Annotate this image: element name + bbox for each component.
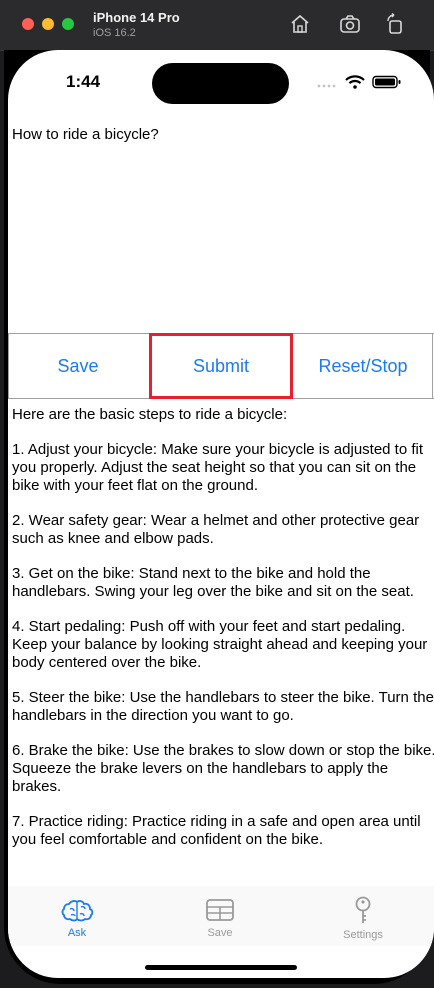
cellular-icon [317,84,336,88]
tab-settings[interactable]: Settings [318,896,408,941]
response-paragraph: 6. Brake the bike: Use the brakes to slo… [12,742,434,795]
reset-stop-button[interactable]: Reset/Stop [292,334,434,398]
tab-ask[interactable]: Ask [32,896,122,939]
key-icon [355,896,371,923]
save-button[interactable]: Save [8,334,148,398]
app-screen: 1:44 How to ride a bicycle? Save Submit … [8,50,434,978]
device-name: iPhone 14 Pro [93,10,180,25]
battery-icon [372,75,401,89]
brain-icon [61,900,94,922]
response-paragraph: 7. Practice riding: Practice riding in a… [12,813,421,848]
close-window-button[interactable] [22,18,34,30]
prompt-text-area[interactable]: How to ride a bicycle? [12,126,430,143]
simulator-toolbar: iPhone 14 Pro iOS 16.2 [0,0,434,51]
response-text: Here are the basic steps to ride a bicyc… [12,406,434,866]
status-icons [316,75,406,89]
tab-label: Ask [67,927,87,939]
os-version: iOS 16.2 [93,27,136,39]
rotate-icon[interactable] [383,12,407,36]
screenshot-icon[interactable] [338,12,362,36]
minimize-window-button[interactable] [42,18,54,30]
dynamic-island [152,63,289,104]
tab-save[interactable]: Save [175,896,265,939]
response-paragraph: 3. Get on the bike: Stand next to the bi… [12,565,414,600]
status-time: 1:44 [66,72,101,91]
response-paragraph: Here are the basic steps to ride a bicyc… [12,406,288,423]
response-paragraph: 2. Wear safety gear: Wear a helmet and o… [12,512,420,547]
response-paragraph: 4. Start pedaling: Push off with your fe… [12,618,428,671]
tab-bar: Ask Save Settings [8,886,434,946]
response-paragraph: 1. Adjust your bicycle: Make sure your b… [12,441,424,494]
response-paragraph: 5. Steer the bike: Use the handlebars to… [12,689,434,724]
device-frame: 1:44 How to ride a bicycle? Save Submit … [4,50,434,984]
zoom-window-button[interactable] [62,18,74,30]
tab-label: Settings [343,929,383,941]
submit-highlight-box [149,333,293,399]
tab-label: Save [207,927,233,939]
home-icon[interactable] [288,12,312,36]
table-icon [206,899,234,921]
wifi-icon [345,75,365,89]
home-indicator[interactable] [145,965,297,970]
divider [432,334,433,398]
